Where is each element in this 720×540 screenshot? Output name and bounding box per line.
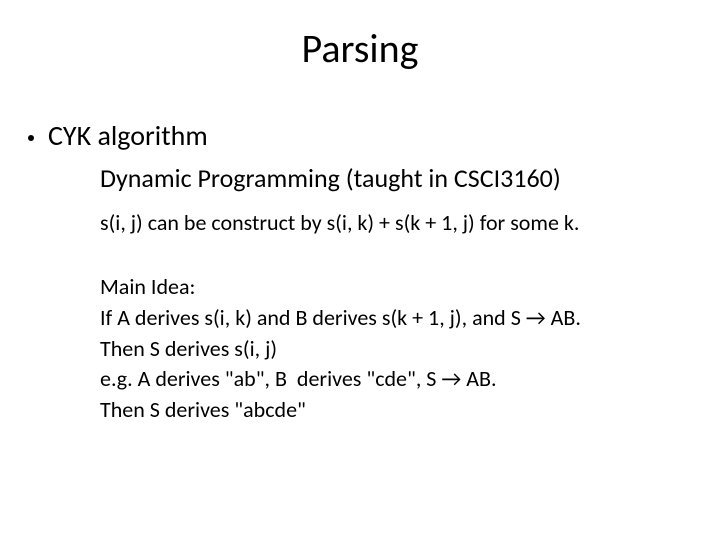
line-construct: s(i, j) can be construct by s(i, k) + s(… <box>100 208 579 238</box>
bullet-text: CYK algorithm <box>48 118 208 153</box>
slide: Parsing CYK algorithm Dynamic Programmin… <box>0 0 720 540</box>
subheading-dp: Dynamic Programming (taught in CSCI3160) <box>100 162 561 194</box>
idea-line-3: Then S derives s(i, j) <box>100 334 700 365</box>
idea-line-4: e.g. A derives "ab", B derives "cde", S … <box>100 364 700 395</box>
main-idea-block: Main Idea: If A derives s(i, k) and B de… <box>100 272 700 426</box>
bullet-item-cyk: CYK algorithm <box>28 118 208 153</box>
idea-line-1: Main Idea: <box>100 272 700 303</box>
idea-line-2: If A derives s(i, k) and B derives s(k +… <box>100 303 700 334</box>
slide-title: Parsing <box>0 24 720 73</box>
idea-line-5: Then S derives "abcde" <box>100 395 700 426</box>
bullet-dot-icon <box>28 135 34 141</box>
